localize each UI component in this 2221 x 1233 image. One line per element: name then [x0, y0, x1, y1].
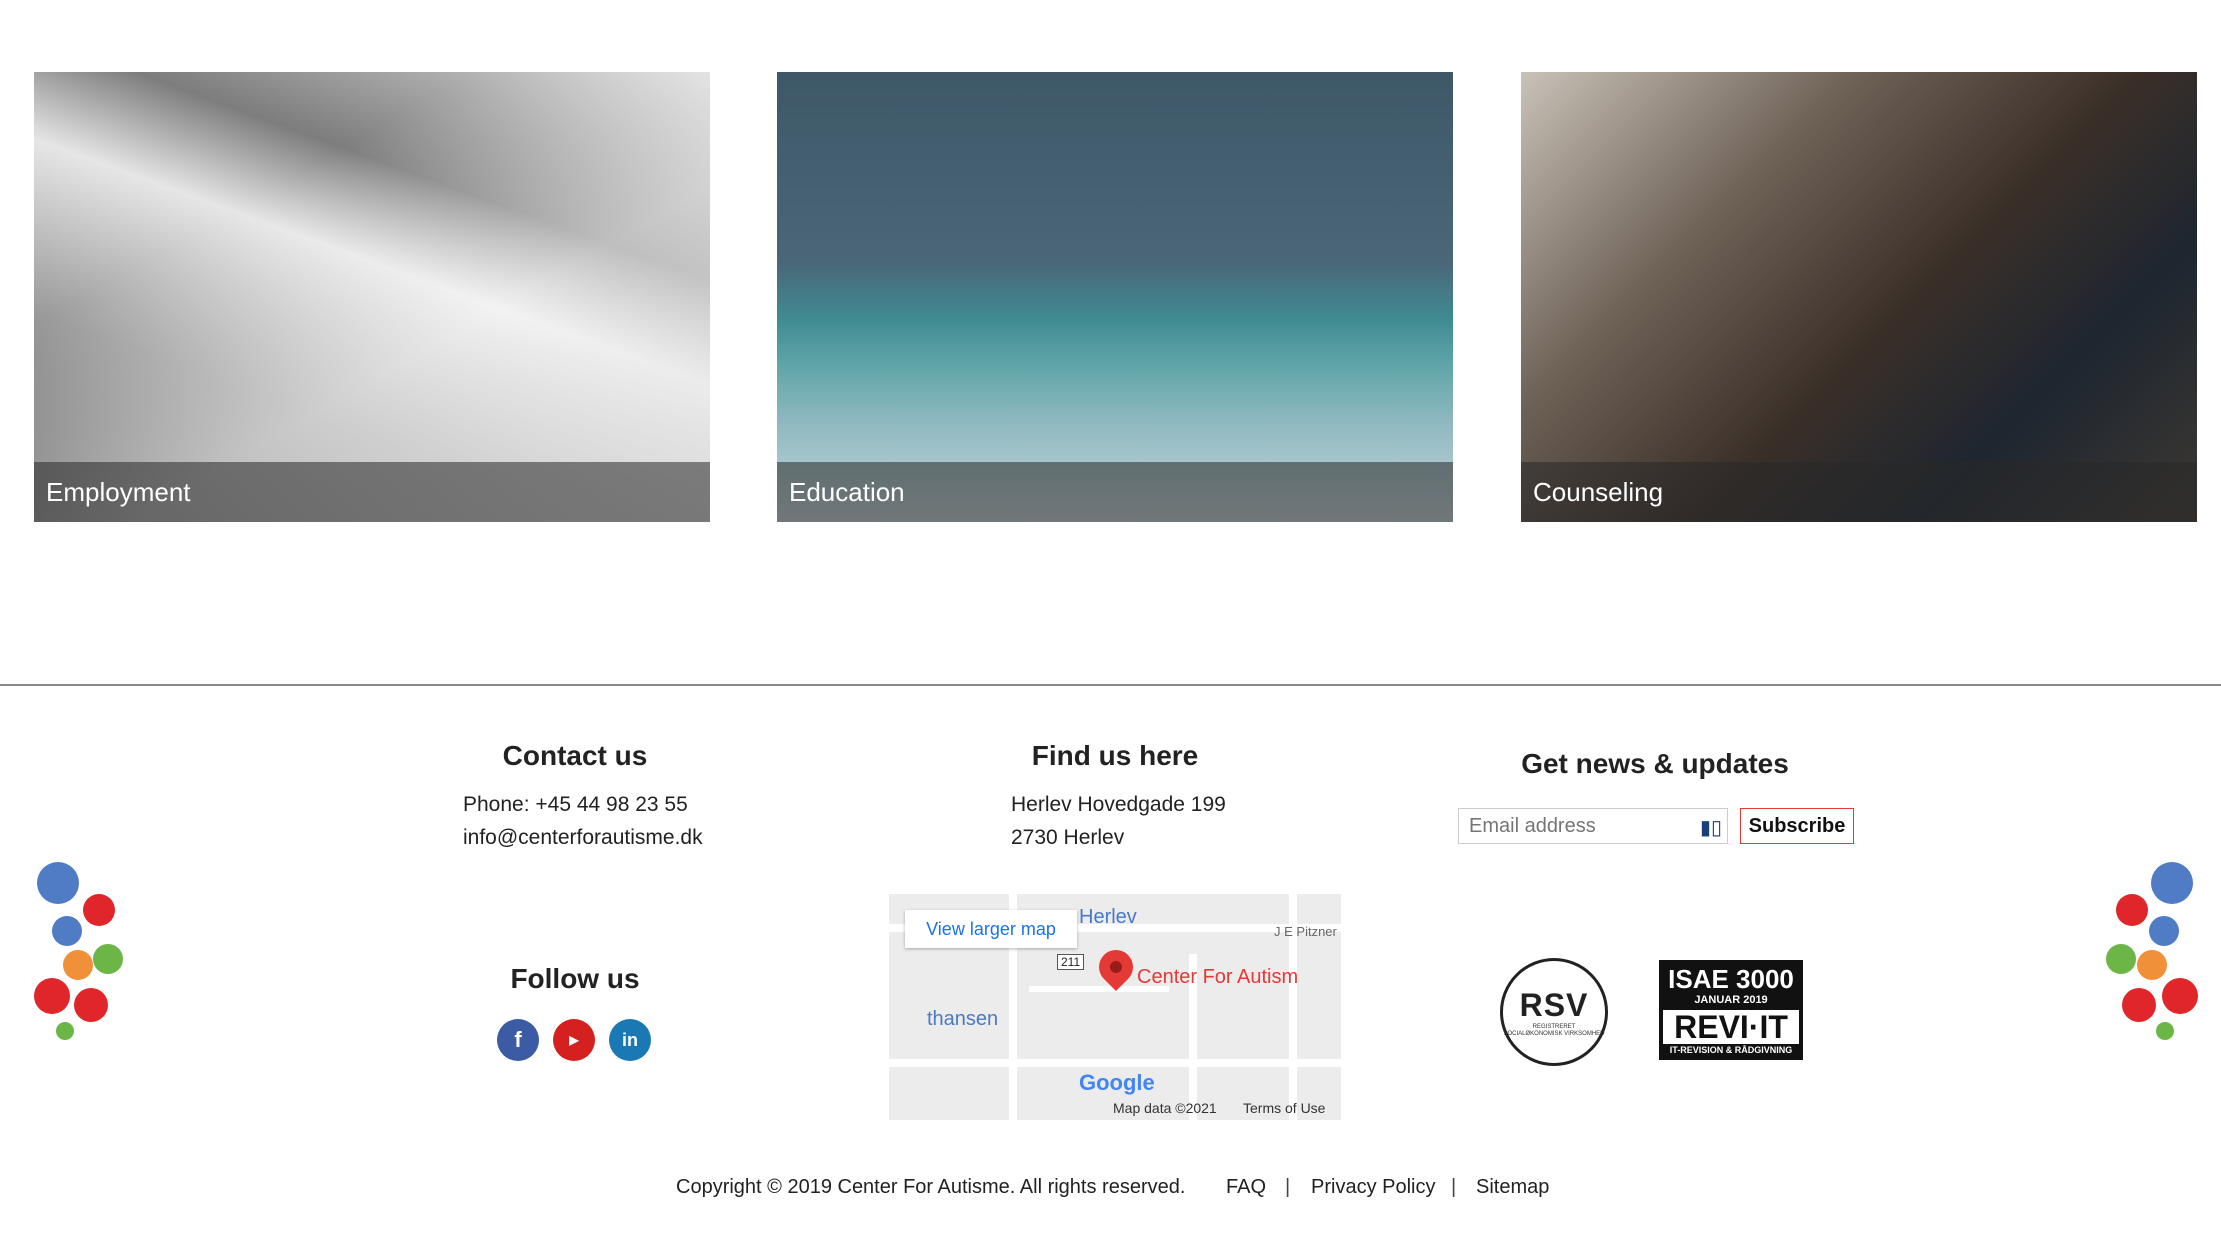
card-caption: Employment: [34, 462, 710, 522]
embedded-map[interactable]: View larger map Herlev J E Pitzner thans…: [889, 894, 1341, 1120]
dot: [63, 950, 93, 980]
address: Herlev Hovedgade 199 2730 Herlev: [1011, 788, 1226, 854]
map-label-herlev: Herlev: [1079, 906, 1137, 928]
map-label-center: Center For Autism: [1137, 966, 1299, 988]
dot: [34, 978, 70, 1014]
footer-separator: |: [1285, 1176, 1291, 1198]
contact-title: Contact us: [502, 740, 648, 771]
card-education[interactable]: Education: [777, 72, 1453, 522]
dot: [2156, 1022, 2174, 1040]
dot: [52, 916, 82, 946]
map-label-thansen: thansen: [927, 1008, 999, 1030]
dot: [37, 862, 79, 904]
facebook-icon[interactable]: f: [497, 1019, 539, 1061]
map-road: [889, 1059, 1341, 1067]
rsv-badge-subtitle: REGISTRERET SOCIALØKONOMISK VIRKSOMHED: [1503, 1023, 1605, 1037]
map-pin-icon[interactable]: [1091, 942, 1141, 992]
email-input[interactable]: [1458, 808, 1728, 844]
dot: [2162, 978, 2198, 1014]
card-counseling[interactable]: Counseling: [1521, 72, 2197, 522]
address-line-1: Herlev Hovedgade 199: [1011, 793, 1226, 816]
linkedin-icon[interactable]: in: [609, 1019, 651, 1061]
address-line-2: 2730 Herlev: [1011, 826, 1125, 849]
education-photo: [777, 72, 1453, 522]
card-employment[interactable]: Employment: [34, 72, 710, 522]
isae-badge: ISAE 3000 JANUAR 2019 REVI·IT IT-REVISIO…: [1659, 960, 1803, 1060]
dot: [2106, 944, 2136, 974]
card-caption: Education: [777, 462, 1453, 522]
rsv-badge-title: RSV: [1519, 986, 1589, 1023]
isae-date: JANUAR 2019: [1694, 994, 1768, 1006]
employment-photo: [34, 72, 710, 522]
news-title: Get news & updates: [1521, 748, 1789, 779]
footer-separator: |: [1451, 1176, 1457, 1198]
privacy-policy-link[interactable]: Privacy Policy: [1311, 1176, 1435, 1199]
card-caption: Counseling: [1521, 462, 2197, 522]
dot: [2122, 988, 2156, 1022]
footer-divider: [0, 684, 2221, 686]
google-logo: Google: [1079, 1070, 1155, 1095]
dot: [2151, 862, 2193, 904]
dot: [83, 894, 115, 926]
dot: [2137, 950, 2167, 980]
dot: [93, 944, 123, 974]
subscribe-button[interactable]: Subscribe: [1740, 808, 1854, 844]
dot: [2116, 894, 2148, 926]
find-title: Find us here: [1031, 740, 1199, 771]
follow-title: Follow us: [510, 963, 640, 994]
map-terms-link[interactable]: Terms of Use: [1243, 1100, 1325, 1116]
revi-it-logo: REVI·IT: [1663, 1010, 1799, 1044]
faq-link[interactable]: FAQ: [1226, 1176, 1266, 1199]
dot: [74, 988, 108, 1022]
contact-info: Phone: +45 44 98 23 55 info@centerforaut…: [463, 788, 703, 854]
map-label-road: J E Pitzner: [1274, 924, 1337, 939]
rsv-badge: RSV REGISTRERET SOCIALØKONOMISK VIRKSOMH…: [1500, 958, 1608, 1066]
password-manager-icon[interactable]: ▮▯: [1700, 815, 1722, 840]
isae-title: ISAE 3000: [1668, 964, 1794, 994]
revi-it-subtitle: IT-REVISION & RÅDGIVNING: [1669, 1045, 1793, 1055]
map-data-text: Map data ©2021: [1113, 1100, 1217, 1116]
copyright-text: Copyright © 2019 Center For Autisme. All…: [676, 1176, 1186, 1198]
contact-phone[interactable]: Phone: +45 44 98 23 55: [463, 788, 703, 821]
view-larger-map-link[interactable]: View larger map: [905, 910, 1077, 948]
dot: [56, 1022, 74, 1040]
youtube-icon[interactable]: ▶: [553, 1019, 595, 1061]
sitemap-link[interactable]: Sitemap: [1476, 1176, 1549, 1199]
counseling-photo: [1521, 72, 2197, 522]
road-number: 211: [1057, 954, 1085, 970]
contact-email[interactable]: info@centerforautisme.dk: [463, 821, 703, 854]
dot: [2149, 916, 2179, 946]
